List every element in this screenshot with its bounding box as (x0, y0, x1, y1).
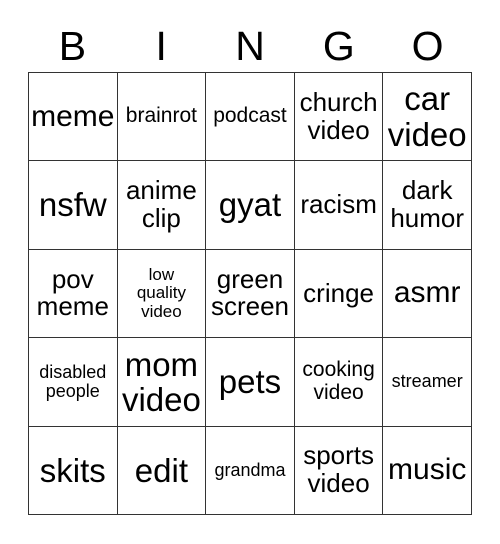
bingo-cell-label: sports video (303, 440, 374, 499)
bingo-cell-r3c2[interactable]: low quality video (117, 249, 207, 339)
bingo-cell-label: gyat (218, 186, 282, 224)
bingo-cell-label: pets (218, 363, 282, 401)
bingo-cell-label: skits (39, 451, 106, 489)
bingo-cell-label: grandma (214, 459, 286, 480)
bingo-cell-r3c3[interactable]: green screen (206, 249, 295, 339)
bingo-cell-r5c2[interactable]: edit (117, 426, 207, 515)
bingo-cell-r3c1[interactable]: pov meme (29, 249, 118, 339)
bingo-cell-label: disabled people (39, 361, 107, 401)
header-letter-n: N (235, 22, 265, 69)
bingo-cell-r1c5[interactable]: car video (383, 73, 472, 162)
bingo-cell-label: music (388, 453, 467, 487)
bingo-card: B I N G O meme brainrot podcast church vide… (0, 0, 500, 544)
bingo-cell-label: meme (31, 99, 115, 133)
bingo-cell-label: cringe (303, 277, 374, 308)
bingo-cell-r4c1[interactable]: disabled people (29, 338, 118, 427)
bingo-cell-r2c4[interactable]: racism (294, 161, 384, 250)
bingo-grid: meme brainrot podcast church video car video… (28, 72, 472, 515)
bingo-cell-r3c4[interactable]: cringe (294, 249, 384, 339)
bingo-cell-label: brainrot (125, 104, 197, 128)
bingo-header: B I N G O (28, 22, 472, 70)
bingo-cell-label: edit (134, 451, 188, 489)
bingo-cell-r5c1[interactable]: skits (29, 426, 118, 515)
bingo-cell-r2c3[interactable]: gyat (206, 161, 295, 250)
bingo-cell-label: low quality video (136, 265, 186, 321)
bingo-cell-label: car video (387, 80, 467, 153)
bingo-cell-r5c3[interactable]: grandma (206, 426, 295, 515)
bingo-cell-r1c4[interactable]: church video (294, 73, 384, 162)
bingo-cell-label: nsfw (38, 186, 107, 224)
bingo-cell-label: asmr (393, 276, 461, 310)
header-letter-b: B (58, 22, 87, 69)
bingo-cell-r2c1[interactable]: nsfw (29, 161, 118, 250)
bingo-cell-label: mom video (121, 345, 201, 418)
bingo-cell-r1c1[interactable]: meme (29, 73, 118, 162)
header-letter-i: I (155, 22, 167, 69)
bingo-cell-label: pov meme (36, 263, 109, 322)
bingo-cell-label: green screen (210, 263, 290, 322)
bingo-cell-r1c2[interactable]: brainrot (117, 73, 207, 162)
bingo-cell-label: cooking video (302, 358, 375, 404)
bingo-cell-r2c2[interactable]: anime clip (117, 161, 207, 250)
bingo-cell-r4c5[interactable]: streamer (383, 338, 472, 427)
bingo-cell-label: dark humor (390, 175, 465, 234)
bingo-cell-r1c3[interactable]: podcast (206, 73, 295, 162)
bingo-cell-r5c5[interactable]: music (383, 426, 472, 515)
bingo-cell-label: streamer (391, 371, 463, 392)
bingo-cell-label: anime clip (125, 175, 197, 234)
bingo-cell-label: church video (299, 86, 378, 145)
bingo-cell-r4c2[interactable]: mom video (117, 338, 207, 427)
bingo-cell-label: podcast (213, 104, 287, 128)
header-letter-o: O (411, 22, 444, 69)
bingo-cell-r3c5[interactable]: asmr (383, 249, 472, 339)
bingo-cell-r4c3[interactable]: pets (206, 338, 295, 427)
bingo-cell-r4c4[interactable]: cooking video (294, 338, 384, 427)
header-letter-g: G (322, 22, 355, 69)
bingo-cell-r2c5[interactable]: dark humor (383, 161, 472, 250)
bingo-cell-r5c4[interactable]: sports video (294, 426, 384, 515)
bingo-cell-label: racism (300, 189, 377, 220)
